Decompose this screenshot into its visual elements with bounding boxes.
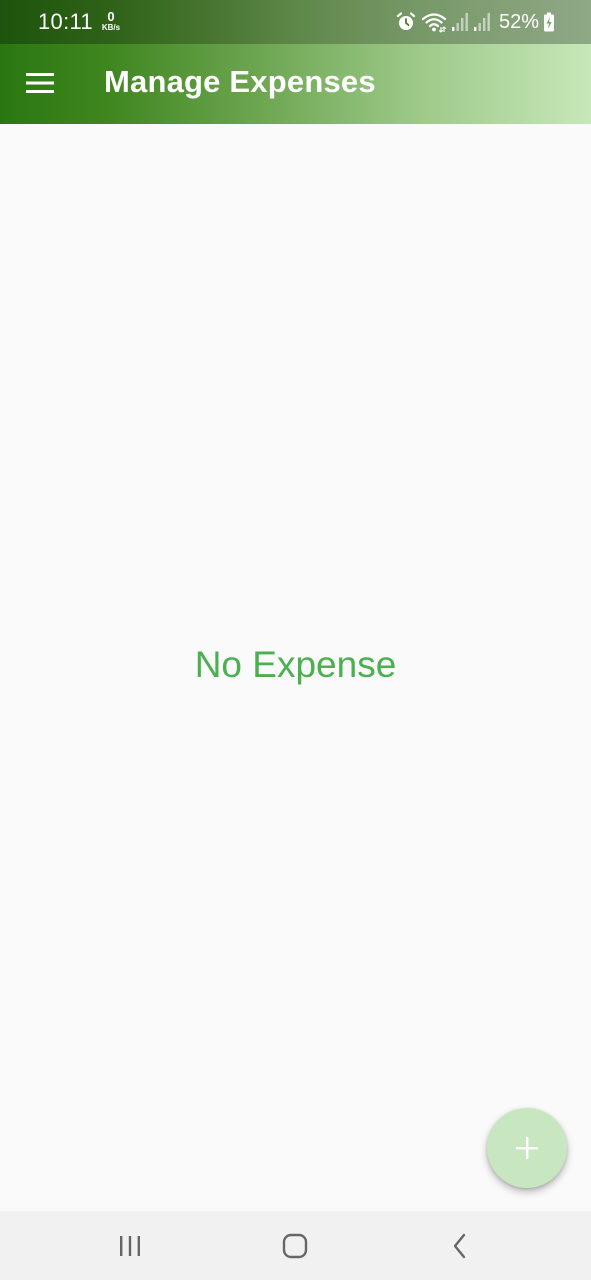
home-button[interactable]: [255, 1211, 335, 1280]
top-gradient-bar: 10:11 0 KB/s 52% Manage Expenses: [0, 0, 591, 124]
wifi-icon: [421, 11, 447, 33]
back-button[interactable]: [420, 1211, 500, 1280]
recent-apps-button[interactable]: [90, 1211, 170, 1280]
home-icon: [282, 1233, 308, 1258]
signal-icon: [451, 12, 469, 32]
back-icon: [453, 1233, 466, 1258]
network-speed-unit: KB/s: [101, 23, 121, 32]
hamburger-menu-icon[interactable]: [26, 72, 54, 94]
alarm-icon: [395, 11, 417, 33]
network-speed: 0 KB/s: [99, 10, 123, 32]
status-icons: 52%: [395, 9, 555, 35]
battery-percent: 52%: [498, 10, 539, 33]
app-screen: 10:11 0 KB/s 52% Manage Expenses No Expe…: [0, 0, 591, 1280]
network-speed-value: 0: [107, 9, 115, 24]
app-bar: Manage Expenses: [0, 44, 591, 124]
battery-charging-icon: [543, 12, 555, 32]
empty-state-message: No Expense: [194, 644, 397, 685]
status-time: 10:11: [38, 9, 93, 34]
status-bar: 10:11 0 KB/s 52%: [0, 0, 591, 44]
plus-icon: [516, 1137, 538, 1159]
system-nav-bar: [0, 1211, 591, 1280]
page-title: Manage Expenses: [104, 64, 376, 99]
signal-icon: [473, 12, 491, 32]
add-expense-button[interactable]: [487, 1108, 567, 1188]
recent-apps-icon: [120, 1235, 140, 1256]
